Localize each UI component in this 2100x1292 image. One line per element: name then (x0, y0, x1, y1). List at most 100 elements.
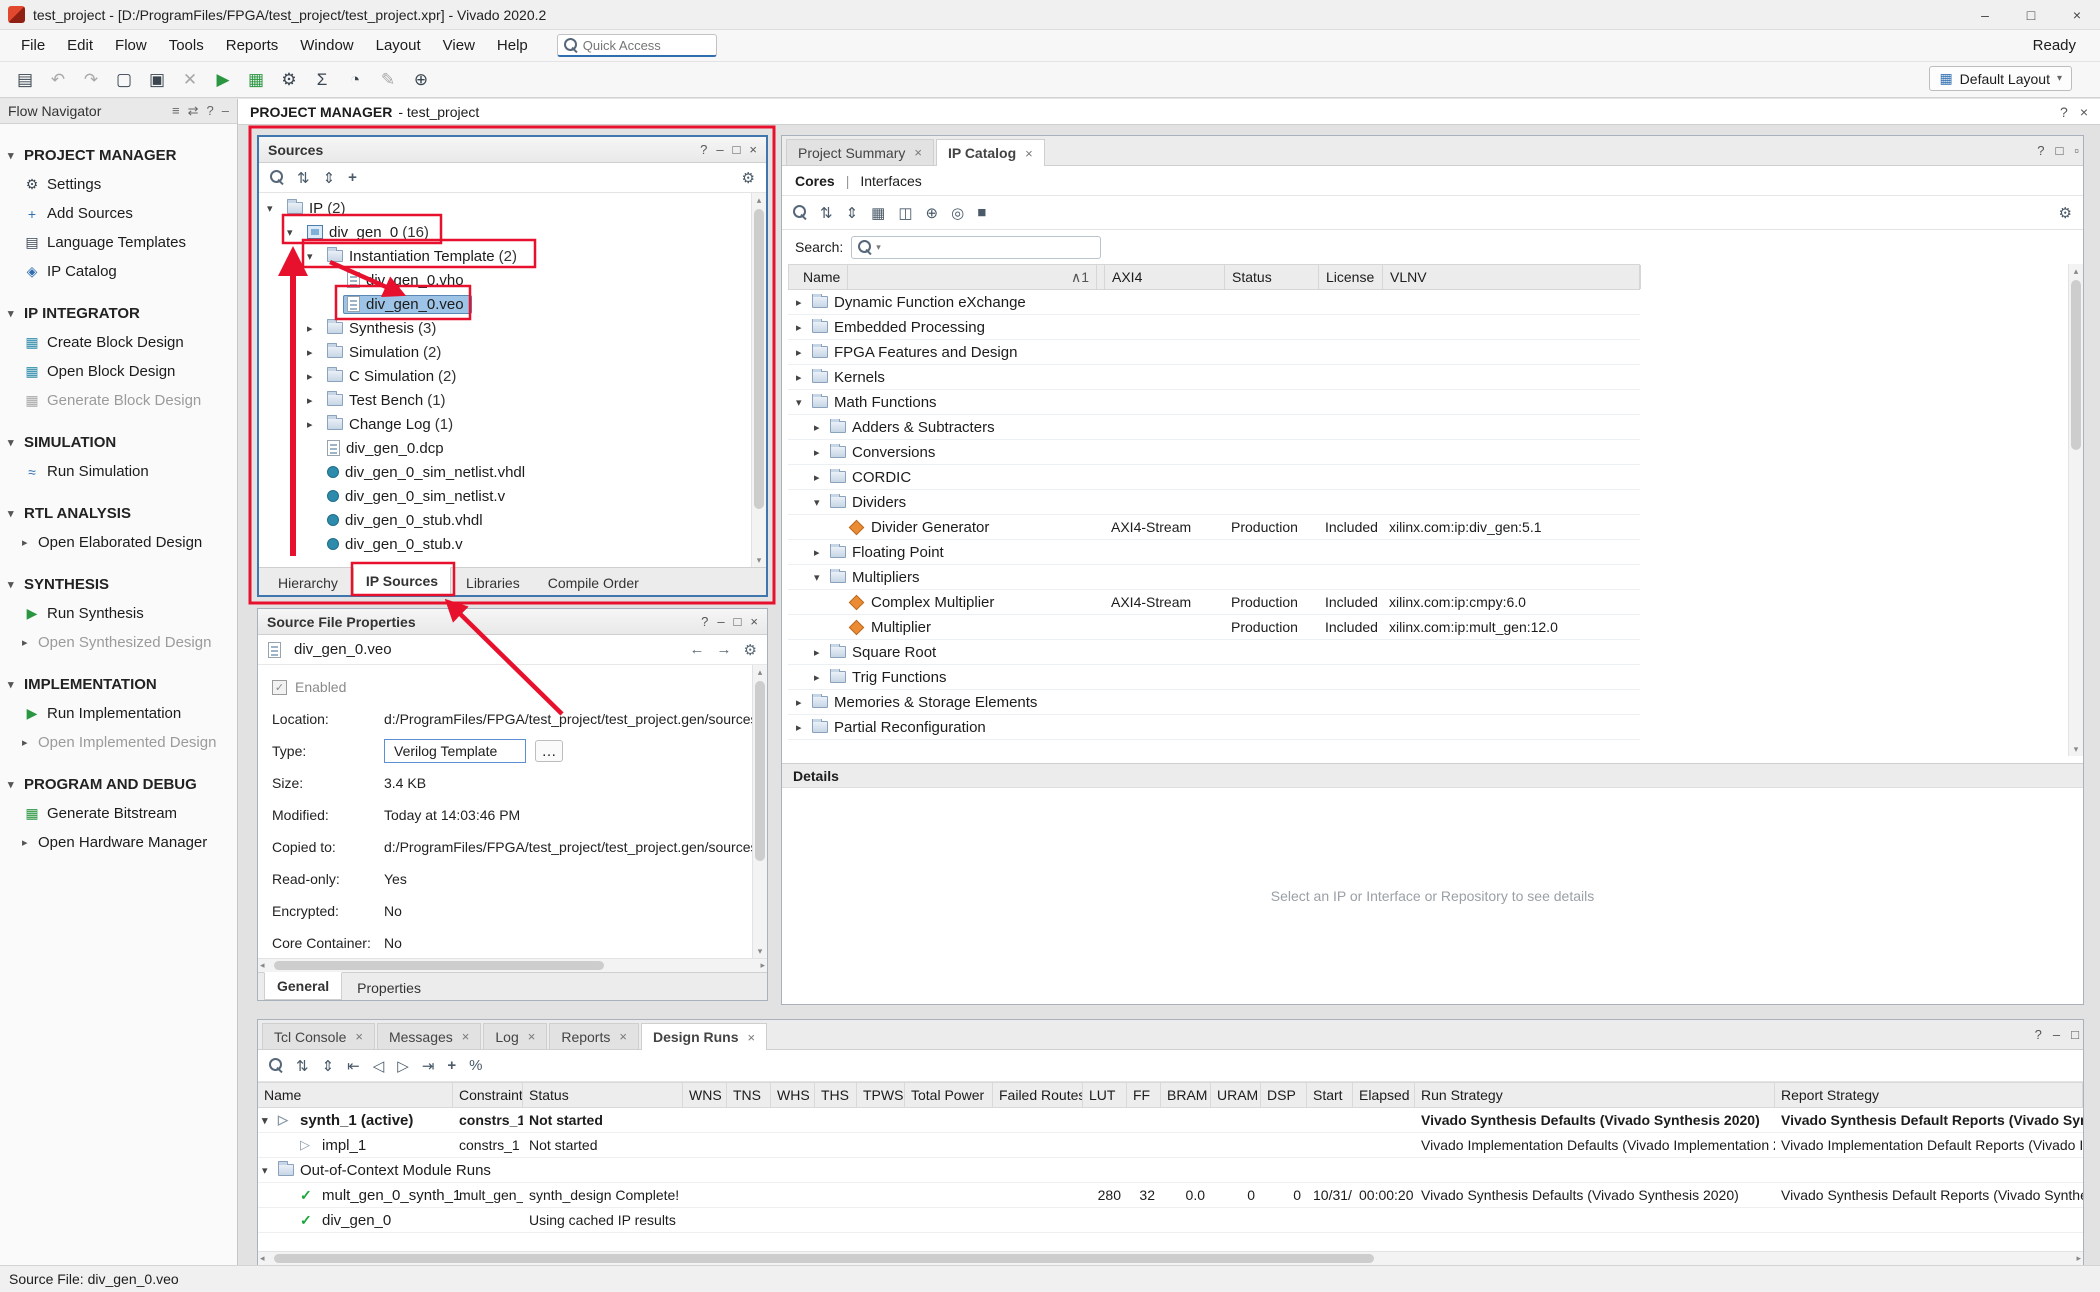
toolbar-button[interactable]: ✕ (175, 66, 205, 93)
menu-item[interactable]: File (10, 32, 56, 59)
collapse-all-icon[interactable]: ⇅ (820, 204, 833, 222)
ip-catalog-scrollbar[interactable]: ▴ ▾ (2068, 264, 2083, 756)
bottom-tab[interactable]: Tcl Console × (262, 1023, 375, 1049)
chevron-icon[interactable] (814, 446, 830, 459)
flow-navigator-item[interactable]: Open Synthesized Design (0, 628, 237, 657)
table-row[interactable]: div_gen_0 Using cached IP results (258, 1208, 2083, 1233)
scroll-left-icon[interactable]: ◂ (260, 1253, 265, 1264)
menu-item[interactable]: Flow (104, 32, 158, 59)
tree-row[interactable]: div_gen_0_sim_netlist.vhdl (259, 460, 766, 484)
scroll-right-icon[interactable]: ▸ (2076, 1253, 2081, 1264)
runs-column-header[interactable]: BRAM (1161, 1083, 1211, 1107)
minimize-icon[interactable]: – (717, 614, 724, 629)
table-row[interactable]: Out-of-Context Module Runs (258, 1158, 2083, 1183)
scroll-left-icon[interactable]: ◂ (260, 960, 265, 971)
run-prev-icon[interactable]: ◁ (373, 1057, 385, 1075)
table-row[interactable]: Dynamic Function eXchange (788, 290, 1640, 315)
runs-column-header[interactable]: Failed Routes (993, 1083, 1083, 1107)
table-row[interactable]: Square Root (788, 640, 1640, 665)
runs-column-header[interactable]: WNS (683, 1083, 727, 1107)
table-row[interactable]: Trig Functions (788, 665, 1640, 690)
bottom-tab[interactable]: Log × (483, 1023, 547, 1049)
chevron-icon[interactable] (307, 346, 323, 359)
chevron-icon[interactable] (796, 696, 812, 709)
percent-icon[interactable]: % (469, 1057, 482, 1074)
close-icon[interactable]: × (749, 142, 757, 157)
chevron-icon[interactable] (796, 371, 812, 384)
flow-navigator-item[interactable]: PROGRAM AND DEBUG (0, 770, 237, 799)
menu-item[interactable]: View (432, 32, 486, 59)
runs-column-header[interactable]: TNS (727, 1083, 771, 1107)
menu-item[interactable]: Window (289, 32, 364, 59)
sources-tab[interactable]: IP Sources (353, 567, 451, 595)
close-icon[interactable]: × (355, 1029, 363, 1044)
runs-column-header[interactable]: Constraints (453, 1083, 523, 1107)
flow-navigator-item[interactable]: ▦ Open Block Design (0, 357, 237, 386)
menu-item[interactable]: Tools (158, 32, 215, 59)
search-icon[interactable] (269, 1058, 283, 1073)
table-row[interactable]: FPGA Features and Design (788, 340, 1640, 365)
maximize-icon[interactable]: □ (733, 142, 741, 157)
tree-row[interactable]: C Simulation (2) (259, 364, 766, 388)
tree-row[interactable]: div_gen_0_stub.vhdl (259, 508, 766, 532)
table-row[interactable]: Partial Reconfiguration (788, 715, 1640, 740)
table-row[interactable]: Adders & Subtracters (788, 415, 1640, 440)
chevron-icon[interactable] (262, 1114, 278, 1127)
tree-row[interactable]: IP (2) (259, 196, 766, 220)
sfp-tab[interactable]: General (264, 972, 342, 1000)
flow-navigator-item[interactable]: IP INTEGRATOR (0, 299, 237, 328)
flow-navigator-item[interactable]: ◈ IP Catalog (0, 257, 237, 286)
runs-column-header[interactable]: Name (258, 1083, 453, 1107)
bottom-tab[interactable]: Reports × (549, 1023, 639, 1049)
toolbar-button[interactable]: ↷ (76, 66, 106, 93)
sources-tab[interactable]: Compile Order (535, 570, 652, 595)
expand-all-icon[interactable]: ⇕ (322, 1057, 335, 1075)
scroll-right-icon[interactable]: ▸ (760, 960, 765, 971)
tab-interfaces[interactable]: Interfaces (860, 173, 921, 189)
minimize-button[interactable]: – (1962, 0, 2008, 29)
flow-navigator-item[interactable]: Open Hardware Manager (0, 828, 237, 857)
runs-column-header[interactable]: Status (523, 1083, 683, 1107)
chevron-icon[interactable] (307, 322, 323, 335)
table-row[interactable]: Floating Point (788, 540, 1640, 565)
chevron-icon[interactable] (814, 546, 830, 559)
menu-item[interactable]: Layout (365, 32, 432, 59)
bottom-tab[interactable]: Design Runs × (641, 1023, 767, 1050)
close-button[interactable]: × (2054, 0, 2100, 29)
table-row[interactable]: Complex Multiplier AXI4-Stream Productio… (788, 590, 1640, 615)
flow-navigator-item[interactable]: Open Implemented Design (0, 728, 237, 757)
sfp-tab[interactable]: Properties (344, 975, 434, 1000)
table-row[interactable]: Multiplier Production Included xilinx.co… (788, 615, 1640, 640)
table-row[interactable]: impl_1 constrs_1 Not started (258, 1133, 2083, 1158)
flow-navigator-item[interactable]: ▶ Run Synthesis (0, 599, 237, 628)
chevron-icon[interactable] (796, 721, 812, 734)
chevron-icon[interactable] (267, 202, 283, 215)
runs-column-header[interactable]: Run Strategy (1415, 1083, 1775, 1107)
table-row[interactable]: Math Functions (788, 390, 1640, 415)
scroll-down-icon[interactable]: ▾ (753, 944, 767, 958)
flow-navigator-item[interactable]: ▦ Create Block Design (0, 328, 237, 357)
flow-navigator-item[interactable]: RTL ANALYSIS (0, 499, 237, 528)
toolbar-button[interactable]: ▤ (10, 66, 40, 93)
wrench-icon[interactable]: ⊕ (926, 204, 939, 222)
type-dropdown[interactable]: Verilog Template (384, 739, 526, 763)
runs-column-header[interactable]: WHS (771, 1083, 815, 1107)
add-sources-icon[interactable]: + (348, 169, 357, 186)
maximize-icon[interactable]: □ (734, 614, 742, 629)
table-row[interactable]: CORDIC (788, 465, 1640, 490)
close-icon[interactable]: × (528, 1029, 536, 1044)
toolbar-button[interactable]: ↶ (43, 66, 73, 93)
tree-row[interactable]: div_gen_0.dcp (259, 436, 766, 460)
back-icon[interactable]: ← (690, 641, 705, 659)
chevron-icon[interactable] (796, 396, 812, 409)
table-row[interactable]: Multipliers (788, 565, 1640, 590)
swap-panels-icon[interactable]: ⇄ (188, 103, 199, 119)
dock-icon[interactable]: ◫ (898, 204, 912, 222)
toolbar-button[interactable]: ⚙ (274, 66, 304, 93)
chevron-icon[interactable] (307, 250, 323, 263)
gear-icon[interactable]: ⚙ (744, 641, 757, 659)
tree-row[interactable]: Instantiation Template (2) (259, 244, 766, 268)
tree-row[interactable]: Simulation (2) (259, 340, 766, 364)
table-row[interactable]: Divider Generator AXI4-Stream Production… (788, 515, 1640, 540)
scroll-up-icon[interactable]: ▴ (2069, 264, 2083, 278)
